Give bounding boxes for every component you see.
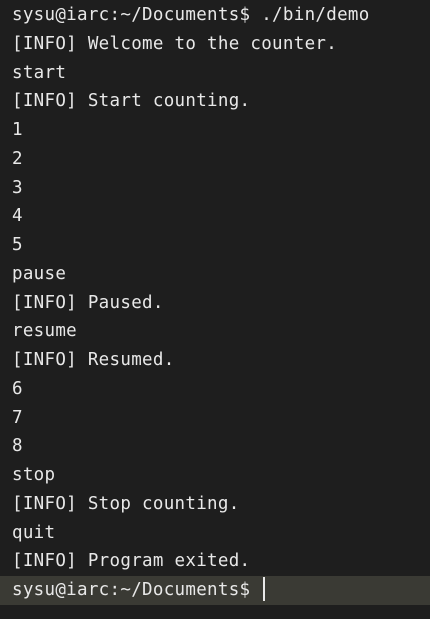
terminal-output-line: 8	[12, 436, 23, 457]
terminal-history: sysu@iarc:~/Documents$ ./bin/demo [INFO] …	[0, 1, 430, 576]
text-cursor[interactable]	[263, 577, 266, 601]
terminal-output-line: 7	[12, 407, 23, 428]
terminal-output-line: [INFO] Paused.	[12, 292, 164, 313]
terminal-output-line: [INFO] Program exited.	[12, 551, 251, 572]
terminal-output-line: 5	[12, 235, 23, 255]
prompt-text: sysu@iarc:~/Documents$	[12, 580, 251, 600]
terminal-input-line: stop	[12, 465, 56, 485]
terminal-output-line: [INFO] Resumed.	[12, 350, 175, 370]
terminal-prompt-line: sysu@iarc:~/Documents$ ./bin/demo	[12, 5, 370, 25]
terminal-output-line: [INFO] Start counting.	[12, 91, 251, 112]
terminal-output-line: 4	[12, 206, 23, 227]
terminal-input-line: quit	[12, 522, 56, 543]
terminal-output-line: 3	[12, 177, 23, 198]
terminal-output-line: 1	[12, 120, 23, 140]
terminal-output-line: [INFO] Welcome to the counter.	[12, 33, 338, 54]
terminal-input-line: start	[12, 62, 67, 83]
terminal-input-line: pause	[12, 263, 67, 284]
terminal-output-line: 2	[12, 148, 23, 169]
terminal-output-line: 6	[12, 378, 23, 399]
terminal-current-line[interactable]: sysu@iarc:~/Documents$	[0, 576, 430, 605]
terminal-input-line: resume	[12, 321, 78, 342]
terminal-output-line: [INFO] Stop counting.	[12, 493, 240, 514]
terminal-window[interactable]: sysu@iarc:~/Documents$ ./bin/demo [INFO] …	[0, 0, 430, 619]
